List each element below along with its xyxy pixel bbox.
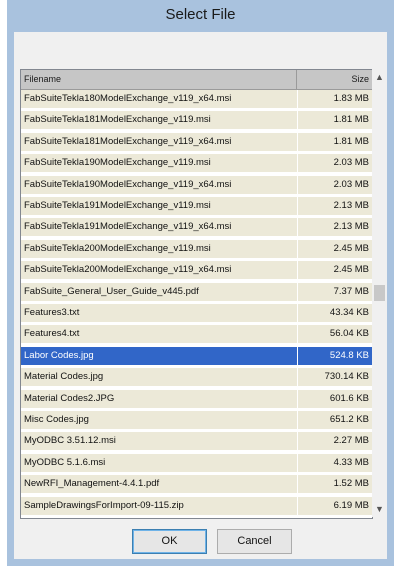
size-cell: 2.03 MB <box>298 175 372 194</box>
size-cell: 2.13 MB <box>298 197 372 215</box>
size-column-header[interactable]: Size <box>298 70 372 89</box>
size-cell: 524.8 KB <box>298 346 372 365</box>
size-cell: 2.45 MB <box>298 239 372 258</box>
table-row[interactable]: Features4.txt 56.04 KB <box>21 325 372 345</box>
filename-cell: Material Codes2.JPG <box>21 389 298 408</box>
table-row[interactable]: Material Codes.jpg 730.14 KB <box>21 368 372 388</box>
size-cell: 1.81 MB <box>298 132 372 151</box>
table-row[interactable]: FabSuite_General_User_Guide_v445.pdf 7.37… <box>21 282 372 302</box>
size-cell: 7.37 MB <box>298 282 372 301</box>
filename-cell: FabSuiteTekla200ModelExchange_v119.msi <box>21 239 298 258</box>
size-cell: 56.04 KB <box>298 325 372 344</box>
table-row[interactable]: FabSuiteTekla181ModelExchange_v119.msi 1.… <box>21 111 372 131</box>
filename-cell: FabSuiteTekla191ModelExchange_v119.msi <box>21 197 298 215</box>
table-row[interactable]: SampleDrawingsForImport-09-115.zip 6.19 M… <box>21 496 372 516</box>
filename-cell: Misc Codes.jpg <box>21 411 298 429</box>
size-cell: 6.19 MB <box>298 496 372 515</box>
filename-column-header[interactable]: Filename <box>21 70 297 89</box>
filename-cell: Features3.txt <box>21 304 298 322</box>
filename-cell: FabSuiteTekla190ModelExchange_v119.msi <box>21 154 298 173</box>
table-row[interactable]: Labor Codes.jpg 524.8 KB <box>21 346 372 366</box>
filename-cell: FabSuiteTekla200ModelExchange_v119_x64.m… <box>21 261 298 280</box>
size-cell: 2.45 MB <box>298 261 372 280</box>
size-cell: 4.33 MB <box>298 453 372 472</box>
table-row[interactable]: MyODBC 3.51.12.msi 2.27 MB <box>21 432 372 452</box>
file-list[interactable]: Filename Size FabSuiteTekla180ModelExcha… <box>20 69 373 519</box>
filename-cell: FabSuite_General_User_Guide_v445.pdf <box>21 282 298 301</box>
filename-cell: FabSuiteTekla181ModelExchange_v119_x64.m… <box>21 132 298 151</box>
filename-cell: FabSuiteTekla181ModelExchange_v119.msi <box>21 111 298 130</box>
size-cell: 2.13 MB <box>298 218 372 237</box>
vertical-scrollbar[interactable]: ▲ ▼ <box>372 69 387 517</box>
cancel-button[interactable]: Cancel <box>217 529 292 554</box>
file-list-header: Filename Size <box>21 70 372 90</box>
dialog-title: Select File <box>165 6 236 23</box>
size-cell: 2.27 MB <box>298 432 372 451</box>
size-cell: 1.83 MB <box>298 90 372 108</box>
scrollbar-thumb[interactable] <box>374 285 385 301</box>
chevron-down-icon[interactable]: ▼ <box>372 501 387 517</box>
table-row[interactable]: FabSuiteTekla181ModelExchange_v119_x64.m… <box>21 132 372 152</box>
table-row[interactable]: Features3.txt 43.34 KB <box>21 304 372 323</box>
table-row[interactable]: FabSuiteTekla190ModelExchange_v119_x64.m… <box>21 175 372 195</box>
filename-cell: NewRFI_Management-4.4.1.pdf <box>21 475 298 494</box>
size-cell: 730.14 KB <box>298 368 372 387</box>
table-row[interactable]: FabSuiteTekla200ModelExchange_v119_x64.m… <box>21 261 372 281</box>
filename-cell: Features4.txt <box>21 325 298 344</box>
size-cell: 601.6 KB <box>298 389 372 408</box>
size-cell: 1.81 MB <box>298 111 372 130</box>
table-row[interactable]: FabSuiteTekla200ModelExchange_v119.msi 2.… <box>21 239 372 259</box>
table-row[interactable]: FabSuiteTekla191ModelExchange_v119_x64.m… <box>21 218 372 238</box>
filename-cell: FabSuiteTekla190ModelExchange_v119_x64.m… <box>21 175 298 194</box>
filename-cell: Material Codes.jpg <box>21 368 298 387</box>
size-cell: 651.2 KB <box>298 411 372 429</box>
table-row[interactable]: FabSuiteTekla191ModelExchange_v119.msi 2.… <box>21 197 372 216</box>
filename-cell: Labor Codes.jpg <box>21 346 298 365</box>
dialog-client-area: Filename Size FabSuiteTekla180ModelExcha… <box>14 32 387 559</box>
table-row[interactable]: Misc Codes.jpg 651.2 KB <box>21 411 372 430</box>
ok-button[interactable]: OK <box>132 529 207 554</box>
table-row[interactable]: FabSuiteTekla180ModelExchange_v119_x64.m… <box>21 90 372 109</box>
filename-cell: FabSuiteTekla180ModelExchange_v119_x64.m… <box>21 90 298 108</box>
table-row[interactable]: MyODBC 5.1.6.msi 4.33 MB <box>21 453 372 473</box>
table-row[interactable]: Material Codes2.JPG 601.6 KB <box>21 389 372 409</box>
filename-cell: MyODBC 5.1.6.msi <box>21 453 298 472</box>
table-row[interactable]: NewRFI_Management-4.4.1.pdf 1.52 MB <box>21 475 372 495</box>
filename-cell: SampleDrawingsForImport-09-115.zip <box>21 496 298 515</box>
filename-cell: MyODBC 3.51.12.msi <box>21 432 298 451</box>
table-row[interactable]: FabSuiteTekla190ModelExchange_v119.msi 2.… <box>21 154 372 174</box>
size-cell: 43.34 KB <box>298 304 372 322</box>
filename-cell: FabSuiteTekla191ModelExchange_v119_x64.m… <box>21 218 298 237</box>
size-cell: 1.52 MB <box>298 475 372 494</box>
select-file-dialog: Select File Filename Size FabSuiteTekla1… <box>7 0 394 566</box>
chevron-up-icon[interactable]: ▲ <box>372 69 387 85</box>
size-cell: 2.03 MB <box>298 154 372 173</box>
